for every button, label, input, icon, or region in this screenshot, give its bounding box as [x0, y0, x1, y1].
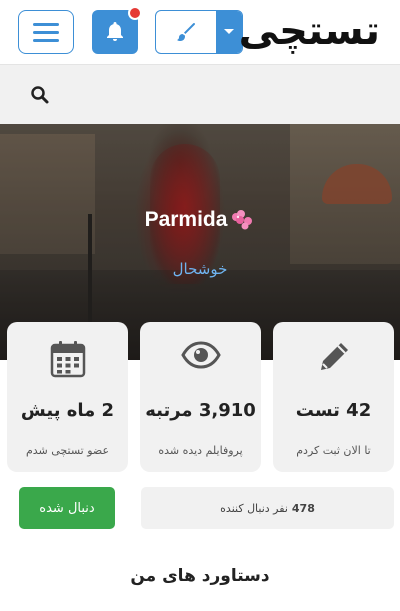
theme-button[interactable]: [156, 11, 216, 53]
search-bar[interactable]: [0, 64, 400, 124]
hamburger-icon: [33, 22, 59, 26]
profile-name: Parmida: [0, 208, 400, 232]
stats-cards: 2 ماه پیش عضو تستچی شدم 3,910 مرتبه پروف…: [0, 322, 400, 472]
pencil-icon: [320, 343, 348, 370]
calendar-icon: [50, 341, 85, 378]
followers-label: نفر دنبال کننده: [220, 501, 288, 515]
caret-down-icon: [224, 29, 234, 34]
stat-card-profile-views: 3,910 مرتبه پروفایلم دیده شده: [140, 322, 261, 472]
theme-selector[interactable]: [155, 10, 243, 54]
followers-count-box[interactable]: 478 نفر دنبال کننده: [141, 487, 394, 529]
stat-card-membership: 2 ماه پیش عضو تستچی شدم: [7, 322, 128, 472]
app-header: تستچی: [0, 0, 400, 64]
site-logo[interactable]: تستچی: [239, 4, 380, 58]
stat-label: عضو تستچی شدم: [25, 444, 110, 457]
profile-status: خوشحال: [172, 260, 228, 278]
stat-label: پروفایلم دیده شده: [158, 444, 243, 457]
stat-label: تا الان ثبت کردم: [296, 444, 371, 457]
follow-button[interactable]: دنبال شده: [19, 487, 115, 529]
achievements-title: دستاورد های من: [130, 566, 270, 586]
stat-value: 42 تست: [295, 400, 372, 421]
stat-value: 3,910 مرتبه: [145, 400, 256, 421]
paintbrush-icon: [177, 23, 195, 41]
hamburger-icon-line: [33, 38, 59, 42]
search-icon[interactable]: [30, 85, 50, 105]
stat-value: 2 ماه پیش: [20, 400, 115, 421]
eye-icon: [180, 341, 221, 369]
bell-icon: [107, 22, 123, 41]
hamburger-icon-line: [33, 30, 59, 34]
notification-badge-dot: [128, 6, 142, 20]
stat-card-tests: 42 تست تا الان ثبت کردم: [273, 322, 394, 472]
followers-count: 478: [291, 501, 315, 515]
profile-name-text: Parmida: [144, 208, 228, 231]
flower-icon: [232, 210, 253, 230]
menu-button[interactable]: [18, 10, 74, 54]
